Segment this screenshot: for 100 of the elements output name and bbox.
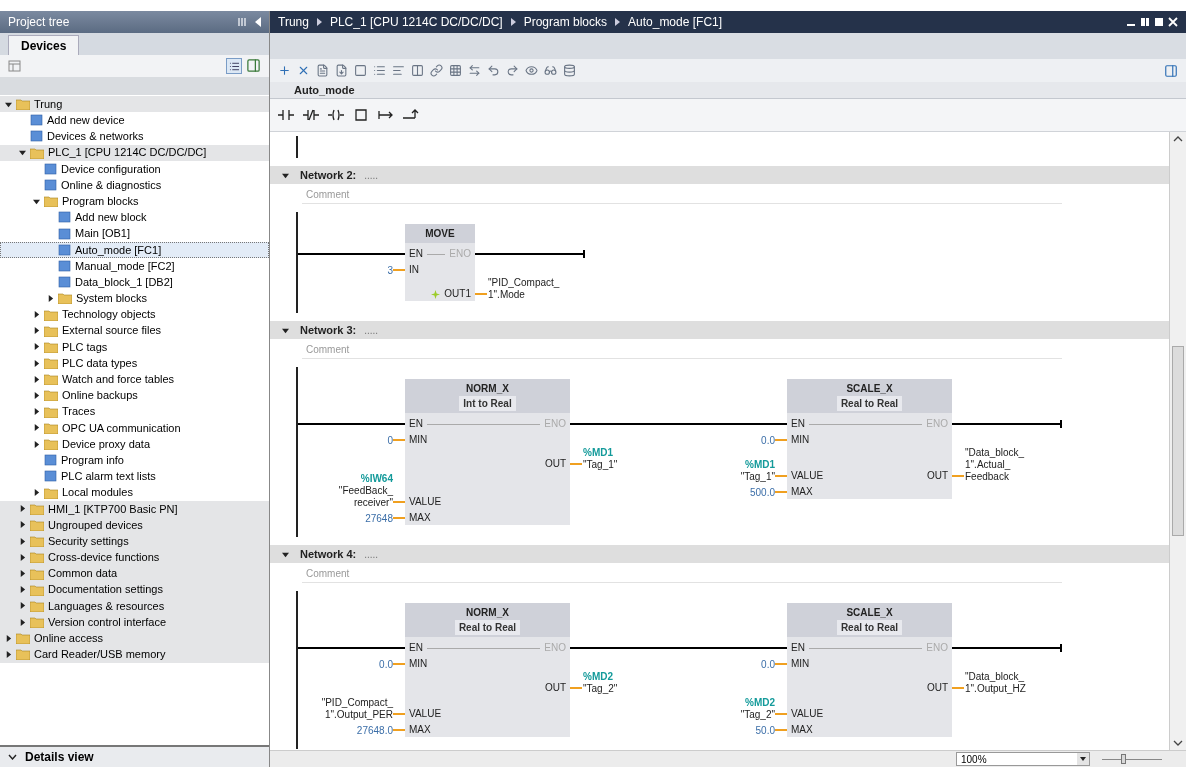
tree-item[interactable]: Devices & networks [0,128,269,145]
tree-item[interactable]: External source files [0,322,269,339]
x-icon[interactable] [297,64,310,77]
branch-open-icon[interactable] [378,109,394,121]
function-block[interactable]: SCALE_X Real to Real EN ENO MIN VALUE OUT MAX [787,379,952,499]
operand[interactable]: 500.0 [749,487,775,499]
scrollbar-thumb[interactable] [1172,346,1184,536]
tree-item[interactable]: Card Reader/USB memory [0,646,269,663]
caret-right-icon[interactable] [33,327,40,335]
operand[interactable]: "Tag_1" [740,471,775,483]
operand[interactable]: 27648.0 [356,725,393,737]
chevron-down-icon[interactable] [8,754,17,760]
details-view-header[interactable]: Details view [0,745,269,767]
panel-icon[interactable] [1164,63,1178,78]
caret-right-icon[interactable] [19,505,26,513]
caret-down-icon[interactable] [281,550,289,558]
caret-right-icon[interactable] [33,489,40,497]
tree-item[interactable]: Device proxy data [0,435,269,453]
operand[interactable]: 0.0 [761,659,775,671]
operand[interactable]: 3 [387,265,393,277]
caret-right-icon[interactable] [19,586,26,594]
coil-icon[interactable] [328,109,344,121]
network-header[interactable]: Network 2: ..... [270,166,1169,184]
operand[interactable]: 50.0 [755,725,775,737]
operand[interactable]: "Data_block_ 1".Actual_ Feedback [965,447,1025,483]
restore-icon[interactable] [1140,17,1150,27]
operand[interactable]: 0.0 [761,435,775,447]
comment-field[interactable]: Comment [302,565,1062,583]
operand[interactable]: 0 [387,435,393,447]
comment-field[interactable]: Comment [302,186,1062,204]
tree-item[interactable]: Security settings [0,533,269,550]
operand[interactable]: 0.0 [379,659,393,671]
scrollbar[interactable] [1169,132,1186,750]
caret-right-icon[interactable] [19,521,26,529]
caret-down-icon[interactable] [281,326,289,334]
tree-item[interactable]: Trung [0,96,269,113]
tab[interactable]: Devices [8,35,80,55]
tree-item[interactable]: Main [OB1] [0,225,269,242]
tree-item[interactable]: HMI_1 [KTP700 Basic PN] [0,500,269,517]
split-icon[interactable] [238,17,247,27]
tree-item[interactable]: Data_block_1 [DB2] [0,274,269,291]
glasses-icon[interactable] [544,64,557,77]
eye-icon[interactable] [525,64,538,77]
negated-contact-icon[interactable] [303,109,319,121]
document-icon[interactable] [316,64,329,77]
caret-right-icon[interactable] [19,602,26,610]
arrows-icon[interactable] [468,64,481,77]
operand[interactable]: "PID_Compact_ 1".Mode [488,277,560,301]
operand[interactable]: "Tag_2" [740,709,775,721]
tree-item[interactable]: Online backups [0,387,269,404]
tree-item[interactable]: Online & diagnostics [0,176,269,194]
caret-down-icon[interactable] [33,197,40,205]
caret-right-icon[interactable] [47,294,54,302]
tree-item[interactable]: Add new block [0,209,269,226]
caret-right-icon[interactable] [19,618,26,626]
maximize-icon[interactable] [1154,17,1164,27]
contact-icon[interactable] [278,109,294,121]
zoom-slider[interactable] [1102,754,1162,764]
tree-item[interactable]: Program info [0,452,269,469]
caret-right-icon[interactable] [33,408,40,416]
database-icon[interactable] [563,64,576,77]
tree-item[interactable]: Program blocks [0,193,269,210]
caret-down-icon[interactable] [5,100,12,108]
operand[interactable]: "Tag_1" [583,459,618,471]
undo-icon[interactable] [487,64,500,77]
tree-item[interactable]: Version control interface [0,614,269,631]
branch-close-icon[interactable] [403,109,419,121]
caret-right-icon[interactable] [33,391,40,399]
tree-item[interactable]: PLC data types [0,355,269,372]
caret-down-icon[interactable] [281,171,289,179]
function-block[interactable]: NORM_X Int to Real EN ENO MIN OUT VALUE MAX [405,379,570,525]
caret-right-icon[interactable] [19,570,26,578]
caret-right-icon[interactable] [19,537,26,545]
tree-item[interactable]: OPC UA communication [0,419,269,436]
link-icon[interactable] [430,64,443,77]
caret-right-icon[interactable] [5,650,12,658]
breadcrumb-link[interactable]: Program blocks [523,13,607,31]
tree-item[interactable]: Auto_mode [FC1] [0,241,269,258]
download-icon[interactable] [335,64,348,77]
operand[interactable]: "Tag_2" [583,683,618,695]
comment-field[interactable]: Comment [302,341,1062,359]
function-block[interactable]: NORM_X Real to Real EN ENO MIN OUT VALUE MAX [405,603,570,737]
network-header[interactable]: Network 4: ..... [270,545,1169,563]
function-block[interactable]: SCALE_X Real to Real EN ENO MIN OUT VALUE MAX [787,603,952,737]
empty-box-icon[interactable] [353,109,369,121]
breadcrumb-link[interactable]: PLC_1 [CPU 1214C DC/DC/DC] [329,13,503,31]
caret-right-icon[interactable] [5,634,12,642]
tree-item[interactable]: Device configuration [0,160,269,177]
caret-right-icon[interactable] [33,311,40,319]
tree-item[interactable]: Add new device [0,112,269,129]
tree-item[interactable]: Common data [0,565,269,582]
square-icon[interactable] [354,64,367,77]
caret-right-icon[interactable] [19,553,26,561]
dropdown-caret-icon[interactable] [1077,753,1089,765]
collapse-left-icon[interactable] [255,17,261,27]
grid-icon[interactable] [449,64,462,77]
overview-icon[interactable] [246,58,261,73]
tree-item[interactable]: Technology objects [0,306,269,323]
tree-item[interactable]: Watch and force tables [0,371,269,388]
caret-right-icon[interactable] [33,343,40,351]
